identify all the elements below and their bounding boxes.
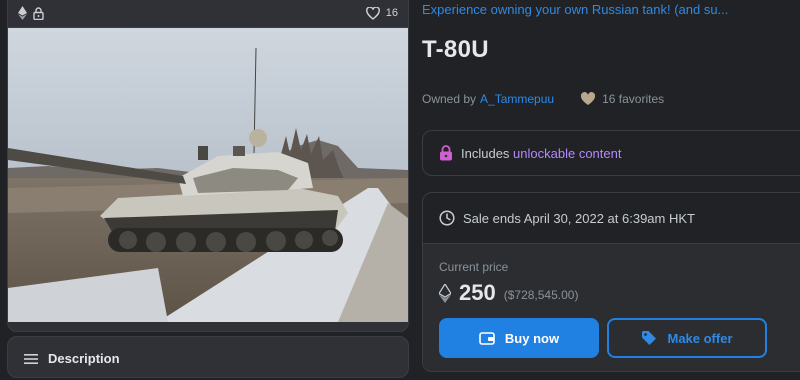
ethereum-icon	[439, 283, 451, 303]
clock-icon	[439, 210, 455, 226]
card-topbar-icons	[18, 6, 44, 20]
make-offer-label: Make offer	[667, 330, 733, 346]
lock-icon	[439, 145, 453, 161]
make-offer-button[interactable]: Make offer	[607, 318, 767, 358]
sale-panel: Sale ends April 30, 2022 at 6:39am HKT C…	[422, 192, 800, 372]
current-price-label: Current price	[439, 260, 509, 274]
description-label: Description	[48, 351, 120, 366]
collection-link[interactable]: Experience owning your own Russian tank!…	[422, 2, 752, 17]
nft-image-card: 16	[7, 0, 409, 332]
sale-body: Current price 250 ($728,545.00) Buy now …	[423, 244, 800, 371]
unlockable-highlight: unlockable content	[513, 145, 622, 161]
lock-icon	[33, 6, 44, 20]
item-meta: Owned by A_Tammepuu 16 favorites	[422, 92, 664, 106]
tag-icon	[641, 330, 657, 346]
buy-now-button[interactable]: Buy now	[439, 318, 599, 358]
heart-icon	[580, 92, 596, 106]
owner-link[interactable]: A_Tammepuu	[480, 92, 554, 106]
tank-photo	[8, 27, 408, 322]
buy-now-label: Buy now	[504, 330, 560, 346]
action-buttons: Buy now Make offer	[439, 318, 795, 358]
price-row: 250 ($728,545.00)	[439, 280, 795, 306]
card-favorite-button[interactable]: 16	[365, 6, 398, 20]
item-title: T-80U	[422, 36, 489, 63]
favorites-label: 16 favorites	[602, 92, 665, 106]
unlockable-prefix: Includes	[461, 145, 514, 161]
list-icon	[24, 353, 38, 365]
card-topbar: 16	[8, 1, 408, 25]
sale-ends-text: Sale ends April 30, 2022 at 6:39am HKT	[463, 210, 695, 226]
heart-icon	[365, 6, 380, 20]
owned-by-label: Owned by	[422, 92, 477, 106]
sale-header: Sale ends April 30, 2022 at 6:39am HKT	[423, 193, 800, 244]
unlockable-content-box: Includes unlockable content	[422, 130, 800, 176]
unlockable-text: Includes unlockable content	[461, 146, 621, 161]
price-amount: 250	[459, 280, 496, 305]
wallet-icon	[479, 331, 495, 345]
description-panel[interactable]: Description	[7, 336, 409, 378]
ethereum-icon	[18, 6, 27, 20]
price-usd: ($728,545.00)	[503, 288, 579, 302]
card-favorites-count: 16	[385, 7, 398, 19]
favorites-count: 16 favorites	[580, 92, 664, 106]
